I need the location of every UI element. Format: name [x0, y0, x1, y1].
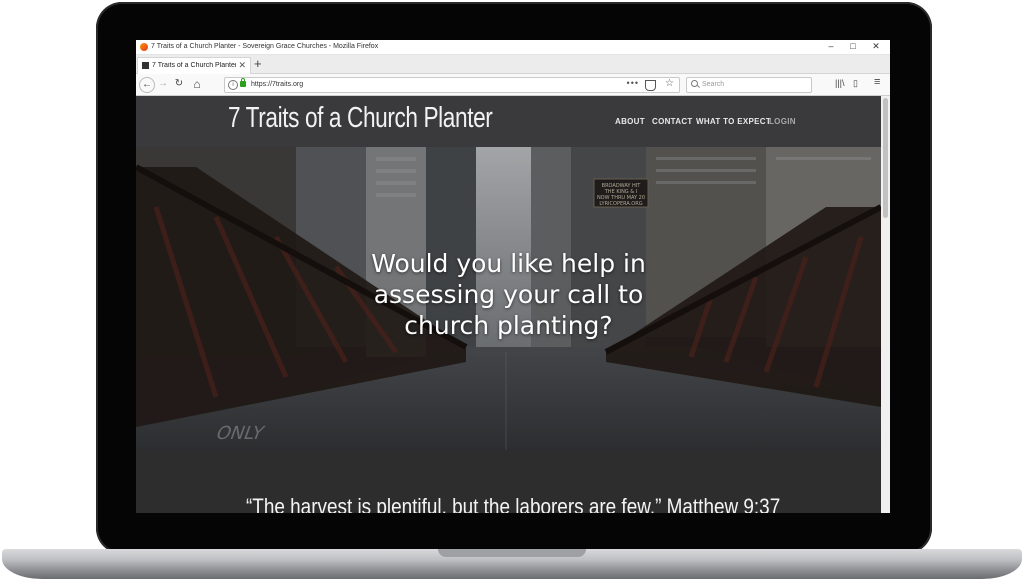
nav-contact-link[interactable]: CONTACT: [652, 117, 693, 126]
pocket-icon[interactable]: [645, 80, 656, 91]
site-brand[interactable]: 7 Traits of a Church Planter: [228, 102, 493, 135]
laptop-notch: [438, 549, 586, 557]
close-window-button[interactable]: ✕: [866, 41, 886, 52]
reload-button[interactable]: ↻: [172, 77, 186, 91]
minimize-button[interactable]: –: [821, 41, 841, 51]
bookmark-star-icon[interactable]: ☆: [665, 78, 674, 89]
new-tab-button[interactable]: +: [254, 56, 262, 71]
nav-about-link[interactable]: ABOUT: [615, 117, 645, 126]
close-tab-icon[interactable]: ✕: [238, 60, 246, 71]
title-bar: 7 Traits of a Church Planter - Sovereign…: [136, 40, 890, 55]
tab-label: 7 Traits of a Church Planter - So: [152, 62, 236, 69]
sidebar-icon[interactable]: ▯: [853, 78, 858, 89]
nav-what-to-expect-link[interactable]: WHAT TO EXPECT: [696, 117, 771, 126]
search-icon: [691, 80, 698, 87]
navigation-bar: ← → ↻ ⌂ i https://7traits.org ••• ☆ Sear…: [136, 74, 890, 96]
search-placeholder: Search: [702, 81, 725, 88]
maximize-button[interactable]: □: [843, 41, 863, 51]
url-text: https://7traits.org: [251, 81, 304, 88]
window-title: 7 Traits of a Church Planter - Sovereign…: [151, 43, 379, 50]
page-actions-icon[interactable]: •••: [627, 78, 639, 88]
menu-icon[interactable]: ≡: [874, 76, 880, 88]
hero-line: assessing your call to: [373, 280, 644, 309]
firefox-logo-icon: [140, 43, 148, 51]
page-scrollbar[interactable]: [881, 96, 890, 513]
hero-section: BROADWAY HIT THE KING & I NOW THRU MAY 2…: [136, 147, 881, 450]
quote-section: “The harvest is plentiful, but the labor…: [136, 450, 881, 513]
info-icon[interactable]: i: [228, 80, 238, 90]
tab-7traits[interactable]: 7 Traits of a Church Planter - So ✕: [137, 57, 251, 74]
site-header: 7 Traits of a Church Planter ABOUT CONTA…: [136, 96, 881, 147]
scripture-quote: “The harvest is plentiful, but the labor…: [246, 494, 781, 513]
url-bar[interactable]: i https://7traits.org ••• ☆: [224, 77, 680, 93]
hero-heading: Would you like help in assessing your ca…: [326, 248, 691, 341]
home-button[interactable]: ⌂: [190, 77, 204, 91]
search-input[interactable]: Search: [686, 77, 812, 93]
site-favicon-icon: [142, 62, 149, 69]
nav-login-link[interactable]: LOGIN: [769, 117, 796, 126]
browser-window: 7 Traits of a Church Planter - Sovereign…: [136, 40, 890, 513]
back-button[interactable]: ←: [139, 77, 155, 93]
scrollbar-thumb[interactable]: [883, 98, 888, 218]
hero-line: church planting?: [404, 311, 613, 340]
hero-line: Would you like help in: [371, 249, 646, 278]
web-page: 7 Traits of a Church Planter ABOUT CONTA…: [136, 96, 881, 513]
forward-button[interactable]: →: [156, 77, 170, 91]
tab-bar: 7 Traits of a Church Planter - So ✕ +: [136, 55, 890, 74]
library-icon[interactable]: |||\: [835, 78, 845, 88]
lock-icon: [240, 78, 246, 87]
